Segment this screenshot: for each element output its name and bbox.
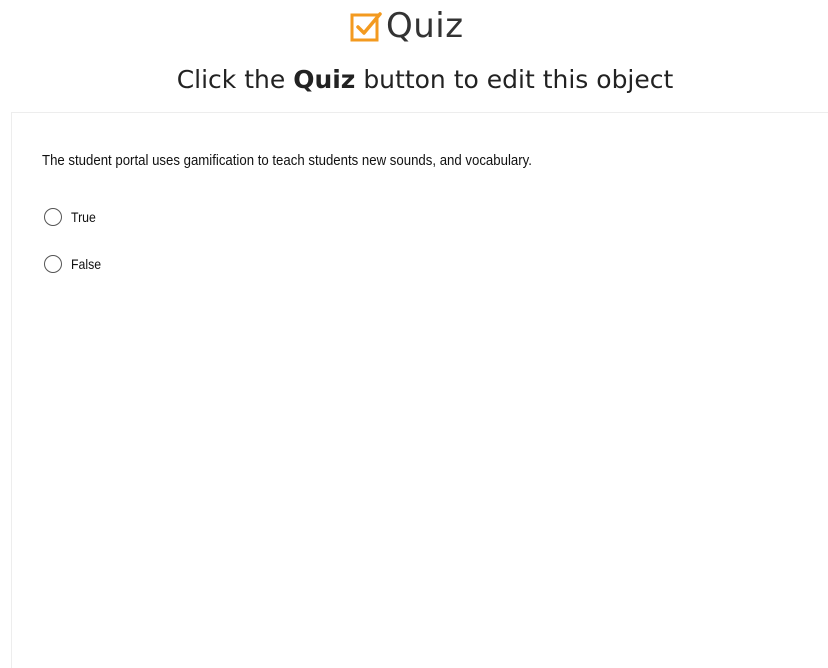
radio-true[interactable]	[44, 208, 62, 226]
instruction-quiz-keyword: Quiz	[293, 65, 356, 94]
quiz-page: Quiz Click the Quiz button to edit this …	[0, 0, 828, 668]
instruction-prefix: Click the	[176, 65, 286, 94]
edit-instruction: Click the Quiz button to edit this objec…	[0, 60, 828, 100]
quiz-title: Quiz	[348, 6, 464, 46]
checkbox-check-icon	[348, 8, 384, 44]
option-true-label: True	[71, 209, 96, 225]
quiz-header: Quiz Click the Quiz button to edit this …	[0, 0, 828, 110]
radio-false[interactable]	[44, 255, 62, 273]
option-false[interactable]: False	[44, 255, 105, 273]
quiz-title-text: Quiz	[386, 6, 464, 46]
quiz-question: The student portal uses gamification to …	[42, 152, 532, 169]
instruction-suffix: button to edit this object	[363, 65, 674, 94]
option-true[interactable]: True	[44, 208, 99, 226]
quiz-content-panel	[11, 112, 828, 668]
option-false-label: False	[71, 256, 102, 272]
